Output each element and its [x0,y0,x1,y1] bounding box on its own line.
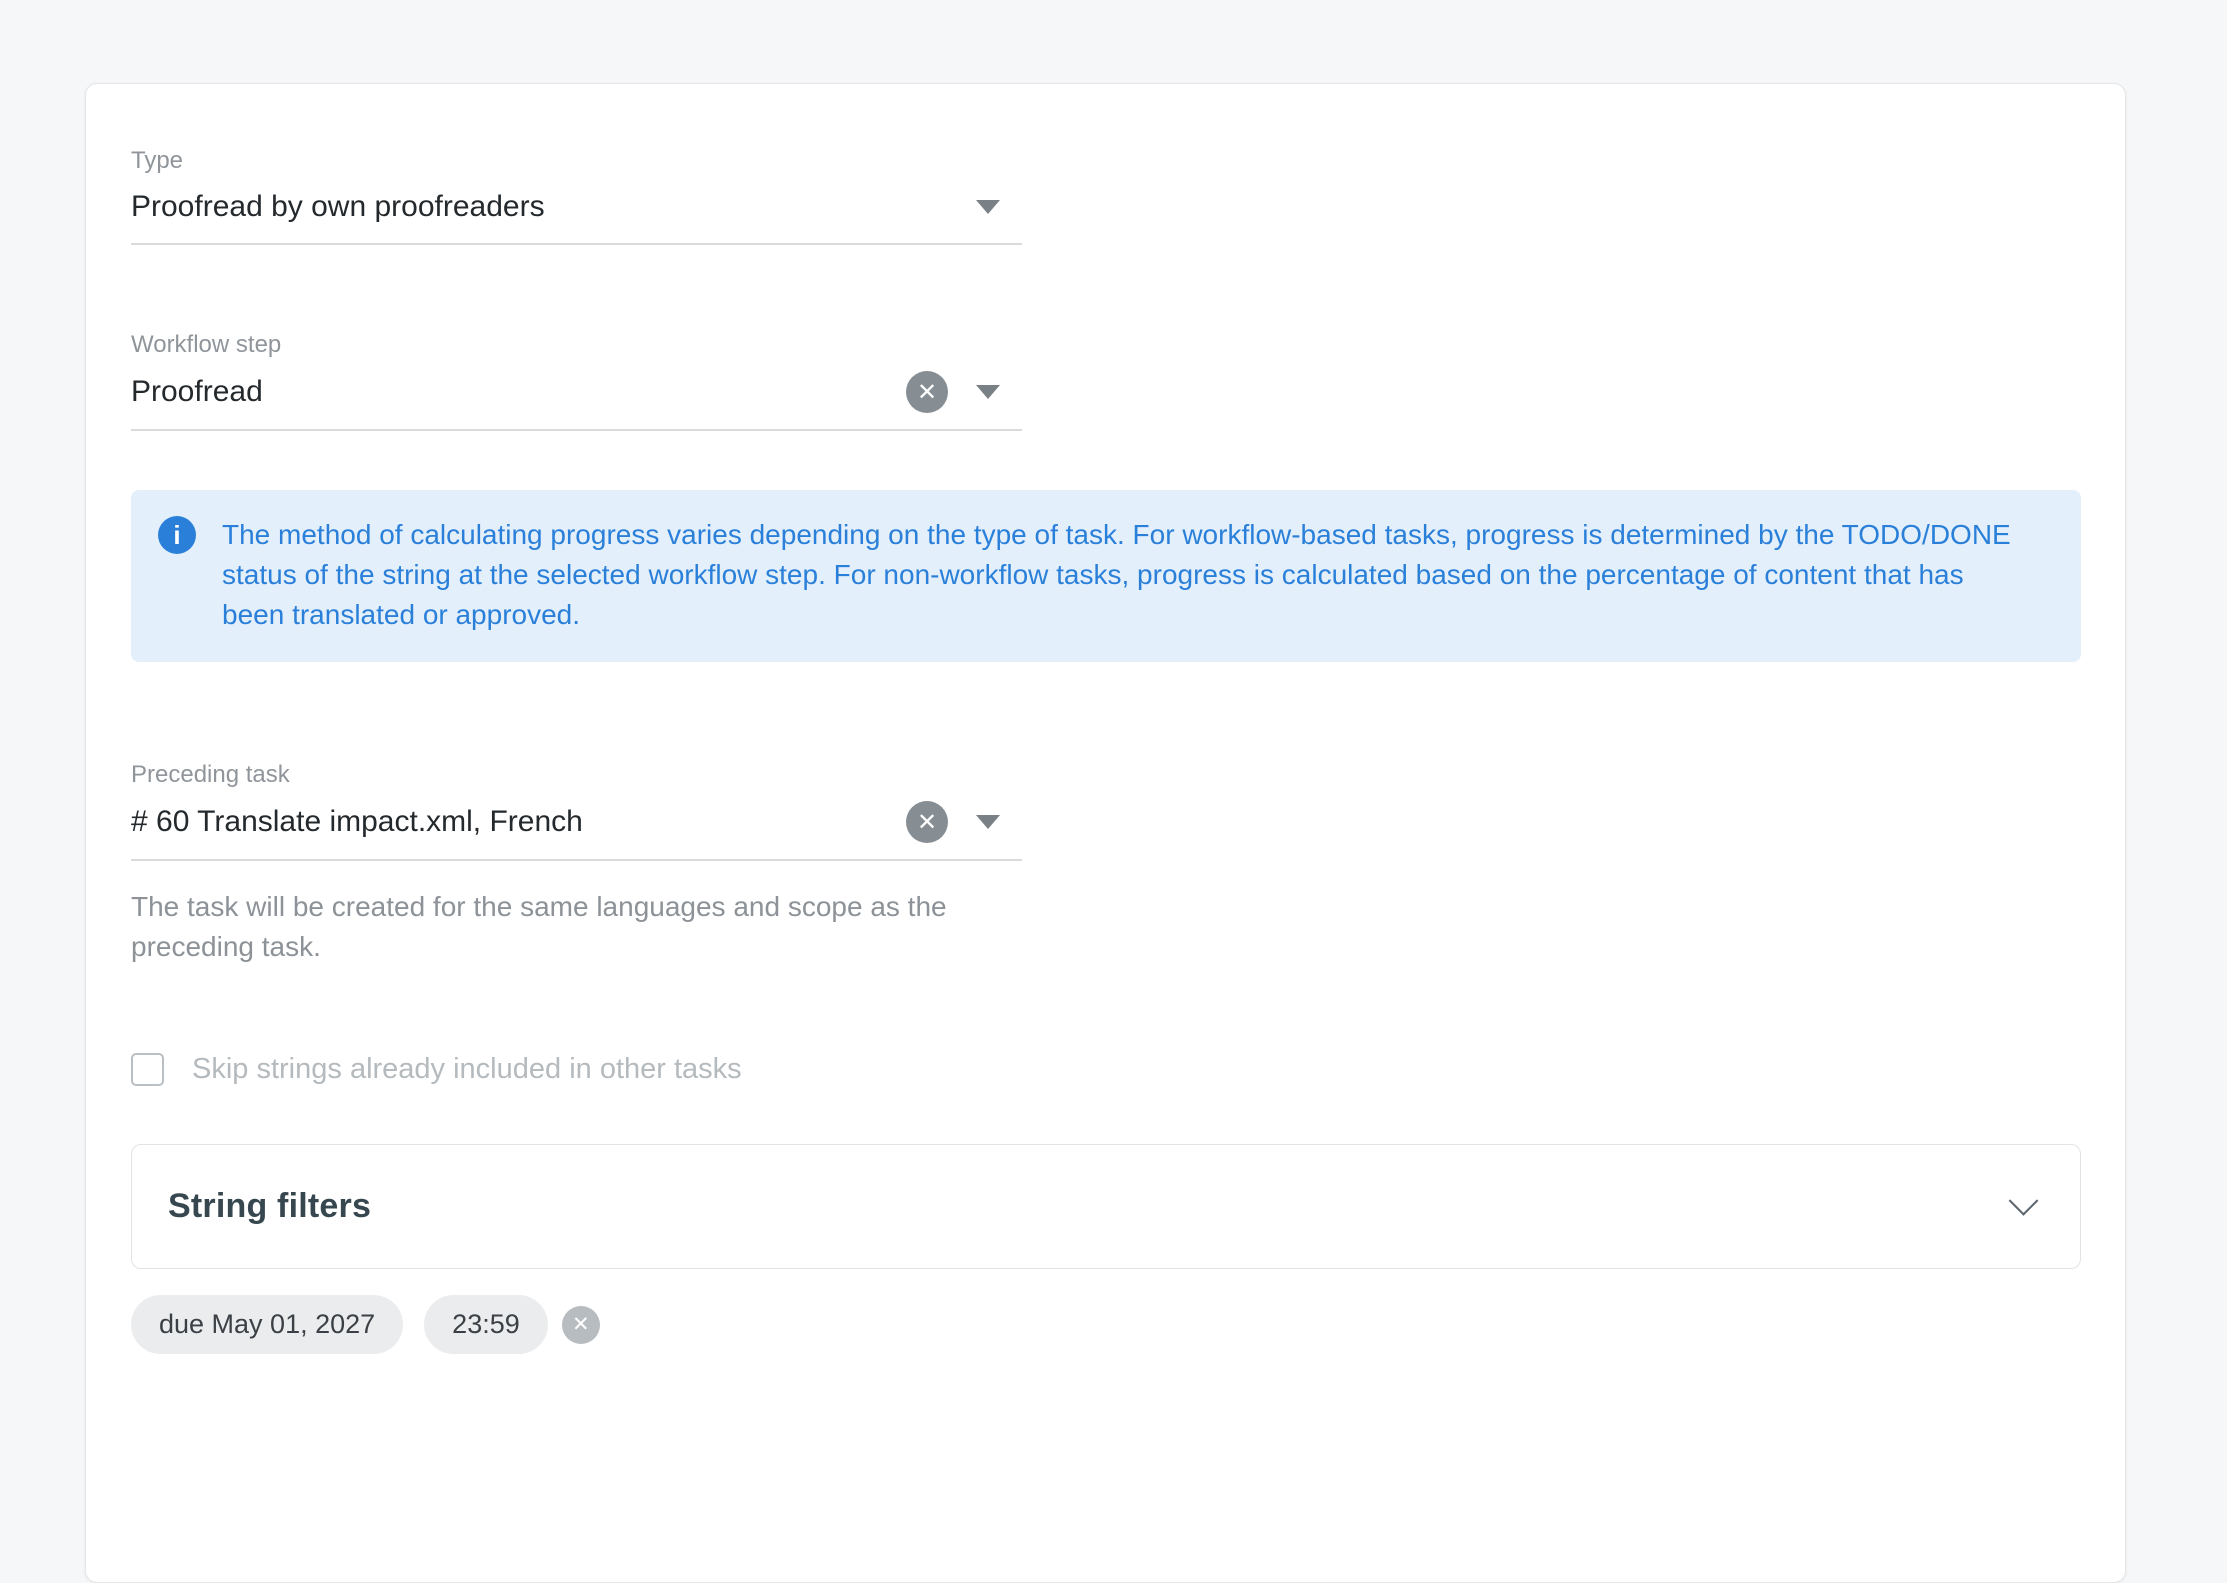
info-icon: i [158,516,196,554]
workflow-step-field: Workflow step Proofread ✕ [131,331,1022,431]
task-settings-card: Type Proofread by own proofreaders Workf… [85,83,2126,1583]
clear-icon[interactable]: ✕ [906,801,948,843]
string-filters-panel-header[interactable]: String filters [131,1144,2081,1269]
preceding-task-select-value: # 60 Translate impact.xml, French [131,802,583,842]
workflow-step-label: Workflow step [131,331,1022,359]
type-label: Type [131,147,1022,175]
preceding-task-help-text: The task will be created for the same la… [131,887,1041,967]
type-select[interactable]: Proofread by own proofreaders [131,187,1022,245]
chevron-down-icon[interactable] [976,815,1000,829]
type-field: Type Proofread by own proofreaders [131,147,1022,245]
clear-icon[interactable]: ✕ [906,371,948,413]
skip-strings-checkbox[interactable] [131,1053,164,1086]
skip-strings-label: Skip strings already included in other t… [192,1053,742,1086]
due-date-chip[interactable]: due May 01, 2027 [131,1295,403,1354]
chevron-down-icon[interactable] [976,385,1000,399]
skip-strings-row: Skip strings already included in other t… [131,1053,2080,1086]
workflow-step-select-value: Proofread [131,372,263,412]
chevron-down-icon[interactable] [2009,1186,2039,1216]
progress-info-note: i The method of calculating progress var… [131,490,2081,662]
preceding-task-label: Preceding task [131,761,1022,789]
chevron-down-icon[interactable] [976,200,1000,214]
remove-deadline-icon[interactable]: ✕ [562,1306,600,1344]
workflow-step-select[interactable]: Proofread ✕ [131,371,1022,431]
due-time-chip[interactable]: 23:59 [424,1295,548,1354]
string-filters-title: String filters [168,1187,371,1226]
type-select-value: Proofread by own proofreaders [131,187,545,227]
preceding-task-select[interactable]: # 60 Translate impact.xml, French ✕ [131,801,1022,861]
preceding-task-field: Preceding task # 60 Translate impact.xml… [131,761,1022,861]
progress-info-text: The method of calculating progress varie… [222,515,2021,635]
deadline-chips-row: due May 01, 2027 23:59 ✕ [131,1295,2080,1354]
